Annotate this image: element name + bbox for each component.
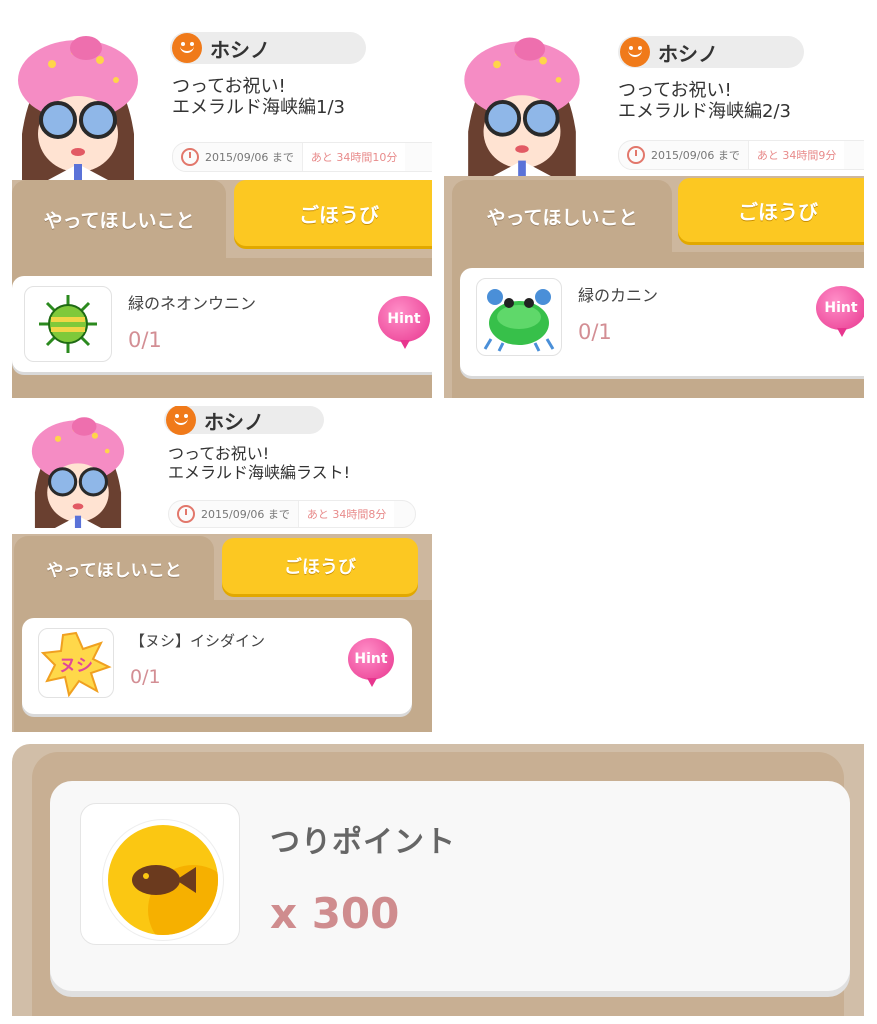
- boss-label: ヌシ: [59, 656, 93, 676]
- item-thumbnail: [24, 286, 112, 362]
- tab-requests[interactable]: やってほしいこと: [452, 180, 672, 252]
- deadline-timer: 2015/09/06 まで あと 34時間9分: [618, 140, 864, 170]
- reward-name: つりポイント: [270, 825, 456, 860]
- item-count: 0/1: [128, 328, 162, 352]
- mission-header: ホシノ つってお祝い! エメラルド海峡編2/3 2015/09/06 まで あと…: [444, 16, 864, 176]
- tab-bar: やってほしいこと ごほうび ヌシ 【ヌシ】イシダイン 0/1 Hint: [12, 534, 432, 732]
- face-icon: [172, 33, 202, 63]
- reward-card[interactable]: つりポイント x 300: [50, 781, 850, 991]
- item-card[interactable]: 緑のネオンウニン 0/1 Hint: [12, 276, 432, 372]
- user-name-pill: ホシノ: [164, 406, 324, 435]
- deadline-timer: 2015/09/06 まで あと 34時間8分: [168, 500, 416, 528]
- item-thumbnail: [476, 278, 562, 356]
- avatar[interactable]: [12, 24, 144, 180]
- clock-icon: [627, 146, 645, 164]
- deadline-date: 2015/09/06 まで: [205, 151, 294, 164]
- tab-bar: やってほしいこと ごほうび 緑のネオンウニン 0/1 Hint: [12, 180, 432, 398]
- time-remaining: あと 34時間10分: [301, 143, 406, 171]
- time-remaining: あと 34時間8分: [297, 501, 395, 527]
- mission-header: ホシノ つってお祝い! エメラルド海峡編ラスト! 2015/09/06 まで あ…: [12, 406, 432, 534]
- fish-coin-icon: [103, 820, 223, 940]
- avatar[interactable]: [454, 26, 590, 176]
- item-count: 0/1: [130, 666, 161, 688]
- boss-fish-icon: ヌシ: [40, 631, 112, 698]
- reward-thumbnail: [80, 803, 240, 945]
- mission-panel-2: ホシノ つってお祝い! エメラルド海峡編2/3 2015/09/06 まで あと…: [444, 16, 864, 398]
- deadline-date: 2015/09/06 まで: [201, 508, 290, 521]
- item-count: 0/1: [578, 320, 612, 344]
- deadline-date: 2015/09/06 まで: [651, 149, 740, 162]
- tab-rewards[interactable]: ごほうび: [222, 538, 418, 594]
- user-name: ホシノ: [658, 41, 718, 66]
- clock-icon: [177, 505, 195, 523]
- user-name-pill: ホシノ: [170, 32, 366, 64]
- user-name-pill: ホシノ: [618, 36, 804, 68]
- user-name: ホシノ: [210, 37, 270, 62]
- sea-urchin-icon: [39, 295, 97, 353]
- mission-title: つってお祝い! エメラルド海峡編2/3: [618, 80, 791, 122]
- crab-icon: [483, 289, 555, 352]
- item-name: 緑のネオンウニン: [128, 294, 257, 313]
- tab-rewards[interactable]: ごほうび: [678, 178, 864, 242]
- tab-rewards[interactable]: ごほうび: [234, 180, 432, 246]
- reward-amount: x 300: [270, 889, 400, 938]
- mission-title: つってお祝い! エメラルド海峡編1/3: [172, 76, 345, 118]
- hint-button[interactable]: Hint: [816, 286, 864, 337]
- user-name: ホシノ: [204, 409, 264, 434]
- hint-button[interactable]: Hint: [378, 296, 430, 349]
- hint-button[interactable]: Hint: [348, 638, 394, 687]
- reward-panel: つりポイント x 300: [12, 744, 864, 1016]
- avatar[interactable]: [20, 408, 136, 528]
- face-icon: [166, 406, 196, 435]
- mission-header: ホシノ つってお祝い! エメラルド海峡編1/3 2015/09/06 まで あと…: [12, 12, 432, 180]
- item-name: 【ヌシ】イシダイン: [130, 632, 266, 650]
- item-card[interactable]: 緑のカニン 0/1 Hint: [460, 268, 864, 376]
- tab-requests[interactable]: やってほしいこと: [14, 536, 214, 600]
- tab-bar: やってほしいこと ごほうび 緑のカニン 0/1 Hint: [444, 176, 864, 398]
- mission-title: つってお祝い! エメラルド海峡編ラスト!: [168, 444, 351, 482]
- face-icon: [620, 37, 650, 67]
- item-thumbnail: ヌシ: [38, 628, 114, 698]
- item-name: 緑のカニン: [578, 286, 659, 305]
- time-remaining: あと 34時間9分: [747, 141, 845, 169]
- clock-icon: [181, 148, 199, 166]
- tab-requests[interactable]: やってほしいこと: [12, 180, 226, 258]
- item-card[interactable]: ヌシ 【ヌシ】イシダイン 0/1 Hint: [22, 618, 412, 714]
- deadline-timer: 2015/09/06 まで あと 34時間10分: [172, 142, 432, 172]
- mission-panel-1: ホシノ つってお祝い! エメラルド海峡編1/3 2015/09/06 まで あと…: [12, 12, 432, 398]
- mission-panel-3: ホシノ つってお祝い! エメラルド海峡編ラスト! 2015/09/06 まで あ…: [12, 406, 432, 732]
